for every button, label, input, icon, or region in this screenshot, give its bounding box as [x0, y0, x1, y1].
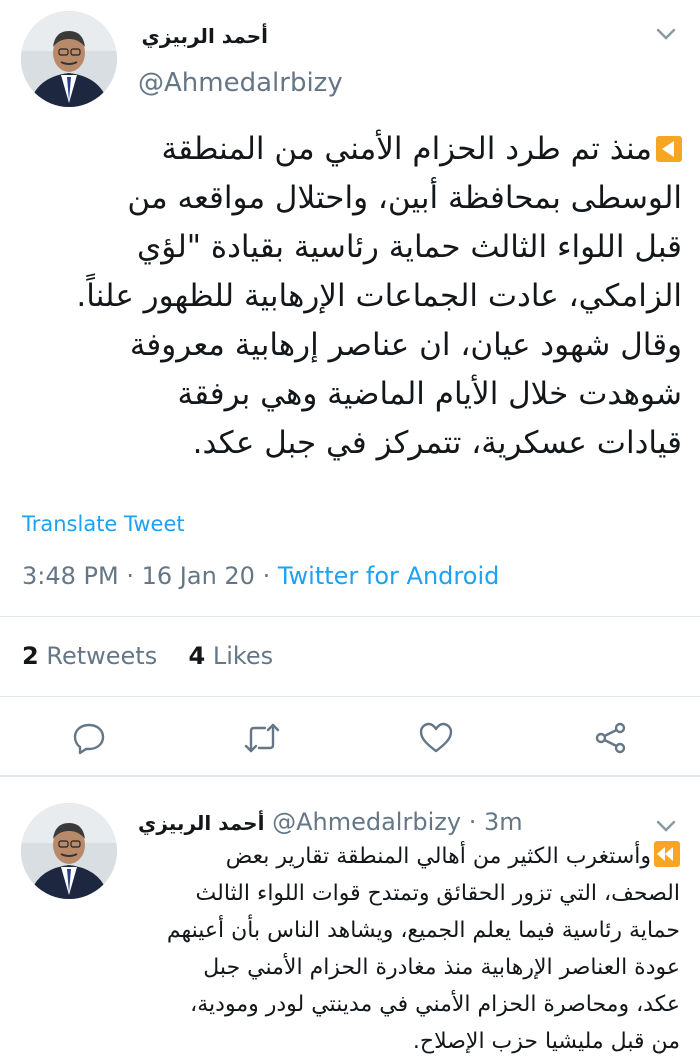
likes-stat[interactable]: 4 Likes	[188, 642, 273, 670]
tweet-text-line: شوهدت خلال الأيام الماضية وهي برفقة	[177, 376, 682, 412]
like-button[interactable]	[416, 718, 456, 758]
share-icon	[595, 722, 626, 754]
tweet-time: 3:48 PM	[22, 562, 119, 590]
author-name[interactable]: أحمد الربيزي	[138, 24, 268, 48]
reply-text-line: الصحف، التي تزور الحقائق وتمتدح قوات الل…	[195, 881, 680, 906]
tweet-date: 16 Jan 20	[141, 562, 255, 590]
tweet-meta: 3:48 PM · 16 Jan 20 · Twitter for Androi…	[22, 562, 499, 590]
reply-text-line: وأستغرب الكثير من أهالي المنطقة تقارير ب…	[135, 838, 680, 875]
tweet-text-line: منذ تم طرد الحزام الأمني من المنطقة	[20, 125, 682, 174]
retweets-label: Retweets	[46, 642, 158, 670]
chevron-down-icon[interactable]	[654, 818, 678, 838]
reply-text-body: الصحف، التي تزور الحقائق وتمتدح قوات الل…	[20, 875, 680, 1060]
likes-count: 4	[188, 642, 206, 670]
retweets-stat[interactable]: 2 Retweets	[22, 642, 157, 670]
retweets-count: 2	[22, 642, 39, 670]
comment-icon	[73, 723, 105, 755]
tweet-text-line: الوسطى بمحافظة أبين، واحتلال مواقعه من	[127, 180, 682, 216]
reply-author-name[interactable]: أحمد الربيزي	[138, 811, 264, 835]
share-button[interactable]	[591, 718, 631, 758]
reply-text-line: من قبل مليشيا حزب الإصلاح.	[412, 1029, 680, 1054]
reply-text-line: حماية رئاسية فيما يعلم الجميع، ويشاهد ال…	[166, 918, 680, 943]
reply-author-handle[interactable]: @Ahmedalrbizy	[272, 808, 461, 836]
tweet-text-line: قيادات عسكرية، تتمركز في جبل عكد.	[192, 425, 682, 461]
divider	[0, 616, 700, 617]
meta-separator: ·	[262, 562, 278, 590]
reply-time-ago: 3m	[483, 808, 523, 836]
translate-tweet-link[interactable]: Translate Tweet	[22, 512, 185, 536]
tweet-source-link[interactable]: Twitter for Android	[278, 562, 499, 590]
author-avatar[interactable]	[21, 11, 117, 107]
author-handle[interactable]: @Ahmedalrbizy	[138, 68, 343, 98]
orange-rewind-icon	[654, 841, 680, 867]
reply-header: أحمد الربيزي @Ahmedalrbizy · 3m	[138, 808, 523, 836]
divider	[0, 696, 700, 697]
reply-text: وأستغرب الكثير من أهالي المنطقة تقارير ب…	[135, 838, 680, 875]
tweet-text: منذ تم طرد الحزام الأمني من المنطقة الوس…	[20, 125, 682, 468]
divider	[0, 775, 700, 777]
retweet-icon	[244, 723, 280, 753]
likes-label: Likes	[212, 642, 274, 670]
reply-text-line: عكد، ومحاصرة الحزام الأمني في مدينتي لود…	[190, 992, 680, 1017]
meta-separator: ·	[126, 562, 142, 590]
retweet-button[interactable]	[242, 718, 282, 758]
heart-icon	[419, 722, 453, 753]
reply-text-line: عودة العناصر الإرهابية منذ مغادرة الحزام…	[203, 955, 680, 980]
avatar-photo	[21, 11, 117, 107]
tweet-text-line: الزامكي، عادت الجماعات الإرهابية للظهور …	[76, 278, 682, 314]
tweet-text-line: قبل اللواء الثالث حماية رئاسية بقيادة "ل…	[137, 229, 682, 265]
orange-reverse-play-icon	[656, 136, 682, 162]
tweet-text-line: وقال شهود عيان، ان عناصر إرهابية معروفة	[129, 327, 682, 363]
meta-separator: ·	[468, 808, 477, 836]
tweet-stats: 2 Retweets 4 Likes	[22, 642, 273, 670]
chevron-down-icon[interactable]	[654, 26, 678, 46]
reply-button[interactable]	[69, 718, 109, 758]
